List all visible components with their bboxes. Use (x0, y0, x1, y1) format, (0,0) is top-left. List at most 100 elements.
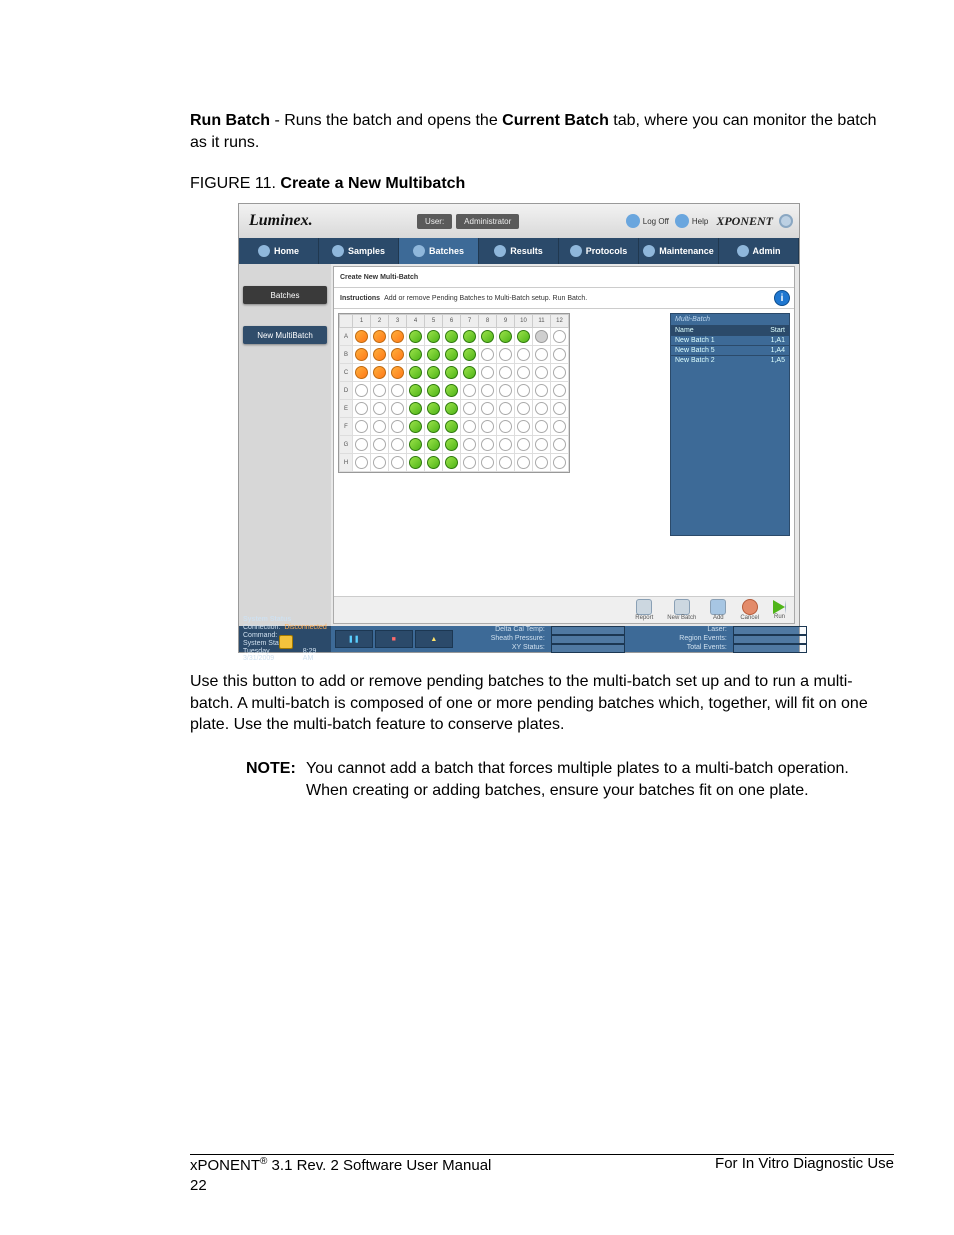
well-C6[interactable] (445, 366, 458, 379)
tab-results[interactable]: Results (479, 238, 559, 264)
well-C3[interactable] (391, 366, 404, 379)
well-G9[interactable] (499, 438, 512, 451)
run-button[interactable]: Run (773, 600, 786, 620)
well-G10[interactable] (517, 438, 530, 451)
well-D7[interactable] (463, 384, 476, 397)
well-A5[interactable] (427, 330, 440, 343)
eject-button[interactable]: ▲ (415, 630, 453, 648)
well-E10[interactable] (517, 402, 530, 415)
well-F8[interactable] (481, 420, 494, 433)
well-F5[interactable] (427, 420, 440, 433)
multi-batch-row[interactable]: New Batch 51,A4 (671, 345, 789, 355)
well-D1[interactable] (355, 384, 368, 397)
well-E8[interactable] (481, 402, 494, 415)
add-button[interactable]: Add (710, 599, 726, 621)
help-label[interactable]: Help (692, 217, 708, 226)
well-H3[interactable] (391, 456, 404, 469)
tab-samples[interactable]: Samples (319, 238, 399, 264)
well-C7[interactable] (463, 366, 476, 379)
well-C4[interactable] (409, 366, 422, 379)
sidebar-new-multibatch-button[interactable]: New MultiBatch (243, 326, 327, 344)
well-B10[interactable] (517, 348, 530, 361)
well-A7[interactable] (463, 330, 476, 343)
cancel-button[interactable]: Cancel (740, 599, 759, 621)
tab-protocols[interactable]: Protocols (559, 238, 639, 264)
well-B9[interactable] (499, 348, 512, 361)
well-B7[interactable] (463, 348, 476, 361)
well-G8[interactable] (481, 438, 494, 451)
sidebar-batches-button[interactable]: Batches (243, 286, 327, 304)
window-control-icon[interactable] (779, 214, 793, 228)
well-H5[interactable] (427, 456, 440, 469)
tab-maintenance[interactable]: Maintenance (639, 238, 719, 264)
well-F4[interactable] (409, 420, 422, 433)
well-H4[interactable] (409, 456, 422, 469)
well-D3[interactable] (391, 384, 404, 397)
well-H7[interactable] (463, 456, 476, 469)
well-C5[interactable] (427, 366, 440, 379)
well-G6[interactable] (445, 438, 458, 451)
logoff-icon[interactable] (626, 214, 640, 228)
well-D5[interactable] (427, 384, 440, 397)
well-D10[interactable] (517, 384, 530, 397)
well-A4[interactable] (409, 330, 422, 343)
well-G2[interactable] (373, 438, 386, 451)
well-A2[interactable] (373, 330, 386, 343)
well-A11[interactable] (535, 330, 548, 343)
stop-button[interactable]: ■ (375, 630, 413, 648)
well-A9[interactable] (499, 330, 512, 343)
well-D11[interactable] (535, 384, 548, 397)
report-button[interactable]: Report (635, 599, 653, 621)
well-B1[interactable] (355, 348, 368, 361)
well-A10[interactable] (517, 330, 530, 343)
well-D8[interactable] (481, 384, 494, 397)
well-E3[interactable] (391, 402, 404, 415)
well-A8[interactable] (481, 330, 494, 343)
well-F3[interactable] (391, 420, 404, 433)
well-A3[interactable] (391, 330, 404, 343)
well-B5[interactable] (427, 348, 440, 361)
well-C12[interactable] (553, 366, 566, 379)
well-A6[interactable] (445, 330, 458, 343)
well-G11[interactable] (535, 438, 548, 451)
well-G5[interactable] (427, 438, 440, 451)
well-F9[interactable] (499, 420, 512, 433)
well-E7[interactable] (463, 402, 476, 415)
new-batch-button[interactable]: New Batch (667, 599, 696, 621)
well-D6[interactable] (445, 384, 458, 397)
well-C11[interactable] (535, 366, 548, 379)
pause-button[interactable]: ❚❚ (335, 630, 373, 648)
well-plate[interactable]: 123456789101112ABCDEFGH (338, 313, 570, 473)
tab-batches[interactable]: Batches (399, 238, 479, 264)
well-B3[interactable] (391, 348, 404, 361)
well-H1[interactable] (355, 456, 368, 469)
well-H2[interactable] (373, 456, 386, 469)
well-C8[interactable] (481, 366, 494, 379)
well-B8[interactable] (481, 348, 494, 361)
well-E6[interactable] (445, 402, 458, 415)
well-H6[interactable] (445, 456, 458, 469)
well-D12[interactable] (553, 384, 566, 397)
well-F6[interactable] (445, 420, 458, 433)
well-D9[interactable] (499, 384, 512, 397)
tab-home[interactable]: Home (239, 238, 319, 264)
well-G1[interactable] (355, 438, 368, 451)
well-E5[interactable] (427, 402, 440, 415)
warning-icon[interactable] (279, 635, 293, 649)
well-G7[interactable] (463, 438, 476, 451)
well-H12[interactable] (553, 456, 566, 469)
well-G4[interactable] (409, 438, 422, 451)
well-B11[interactable] (535, 348, 548, 361)
well-B2[interactable] (373, 348, 386, 361)
well-D4[interactable] (409, 384, 422, 397)
well-D2[interactable] (373, 384, 386, 397)
well-F1[interactable] (355, 420, 368, 433)
well-A12[interactable] (553, 330, 566, 343)
multi-batch-row[interactable]: New Batch 11,A1 (671, 335, 789, 345)
well-H10[interactable] (517, 456, 530, 469)
well-F7[interactable] (463, 420, 476, 433)
well-E12[interactable] (553, 402, 566, 415)
well-B12[interactable] (553, 348, 566, 361)
well-C9[interactable] (499, 366, 512, 379)
well-E9[interactable] (499, 402, 512, 415)
